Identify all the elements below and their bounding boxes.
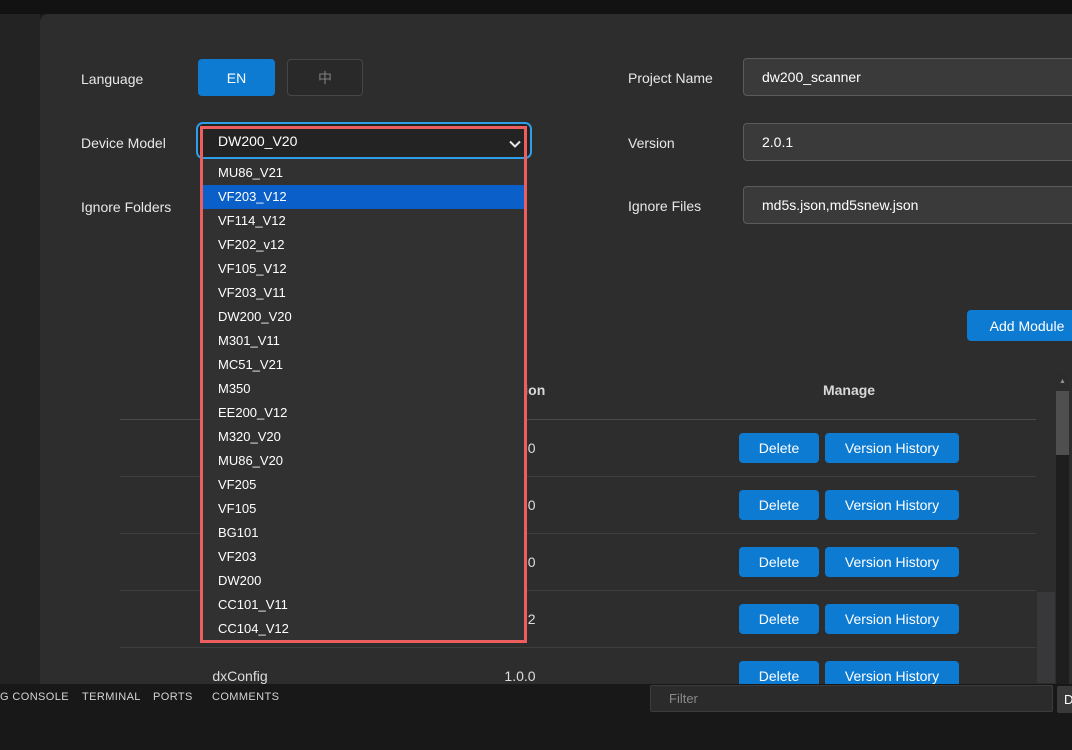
- filter-input[interactable]: [650, 685, 1053, 712]
- option-item-highlighted[interactable]: VF203_V12: [202, 185, 525, 209]
- option-item[interactable]: DW200_V20: [202, 305, 525, 329]
- delete-button[interactable]: Delete: [739, 661, 819, 684]
- outer-scrollbar-thumb[interactable]: [1037, 592, 1055, 683]
- version-history-button[interactable]: Version History: [825, 604, 959, 634]
- version-input[interactable]: [743, 123, 1072, 161]
- scroll-up-arrow-icon[interactable]: ▲: [1056, 373, 1069, 391]
- language-en-button[interactable]: EN: [198, 59, 275, 96]
- option-item[interactable]: MU86_V21: [202, 161, 525, 185]
- option-item[interactable]: M320_V20: [202, 425, 525, 449]
- table-scrollbar[interactable]: ▲: [1056, 373, 1069, 684]
- delete-button[interactable]: Delete: [739, 547, 819, 577]
- language-zh-button[interactable]: 中: [287, 59, 363, 96]
- option-item[interactable]: MU86_V20: [202, 449, 525, 473]
- scrollbar-thumb[interactable]: [1056, 391, 1069, 455]
- version-history-button[interactable]: Version History: [825, 490, 959, 520]
- option-item[interactable]: CC104_V12: [202, 617, 525, 641]
- table-row: dxConfig 1.0.0 Delete Version History: [120, 648, 1036, 684]
- version-history-button[interactable]: Version History: [825, 661, 959, 684]
- tab-comments[interactable]: COMMENTS: [212, 691, 279, 703]
- tab-terminal[interactable]: TERMINAL: [82, 691, 141, 703]
- option-item[interactable]: VF202_v12: [202, 233, 525, 257]
- ignore-files-input[interactable]: [743, 186, 1072, 224]
- left-strip: [0, 14, 40, 684]
- option-item[interactable]: VF105: [202, 497, 525, 521]
- option-item[interactable]: M301_V11: [202, 329, 525, 353]
- tab-debug-console[interactable]: G CONSOLE: [0, 691, 69, 703]
- version-history-button[interactable]: Version History: [825, 433, 959, 463]
- delete-button[interactable]: Delete: [739, 490, 819, 520]
- option-item[interactable]: VF114_V12: [202, 209, 525, 233]
- version-label: Version: [628, 135, 675, 151]
- project-name-label: Project Name: [628, 70, 713, 86]
- option-item[interactable]: DW200: [202, 569, 525, 593]
- device-model-label: Device Model: [81, 135, 166, 151]
- debug-button[interactable]: D: [1057, 686, 1072, 713]
- option-item[interactable]: M350: [202, 377, 525, 401]
- module-version: 1.0.0: [504, 668, 535, 684]
- option-item[interactable]: CC101_V11: [202, 593, 525, 617]
- module-name: dxConfig: [212, 668, 267, 684]
- top-strip: [0, 0, 1072, 14]
- option-item[interactable]: VF205: [202, 473, 525, 497]
- add-module-button[interactable]: Add Module: [967, 310, 1072, 341]
- manage-column-header: Manage: [823, 382, 875, 398]
- language-label: Language: [81, 71, 143, 87]
- option-item[interactable]: MC51_V21: [202, 353, 525, 377]
- option-item[interactable]: EE200_V12: [202, 401, 525, 425]
- option-item[interactable]: VF105_V12: [202, 257, 525, 281]
- version-history-button[interactable]: Version History: [825, 547, 959, 577]
- option-item[interactable]: BG101: [202, 521, 525, 545]
- ignore-folders-label: Ignore Folders: [81, 199, 171, 215]
- delete-button[interactable]: Delete: [739, 604, 819, 634]
- chevron-down-icon: [508, 136, 522, 154]
- option-item[interactable]: VF203_V11: [202, 281, 525, 305]
- delete-button[interactable]: Delete: [739, 433, 819, 463]
- device-model-selected-value: DW200_V20: [218, 133, 297, 149]
- ignore-files-label: Ignore Files: [628, 198, 701, 214]
- project-name-input[interactable]: [743, 58, 1072, 96]
- device-model-option-list: MU86_V21 VF203_V12 VF114_V12 VF202_v12 V…: [202, 159, 525, 643]
- tab-ports[interactable]: PORTS: [153, 691, 193, 703]
- option-item[interactable]: VF203: [202, 545, 525, 569]
